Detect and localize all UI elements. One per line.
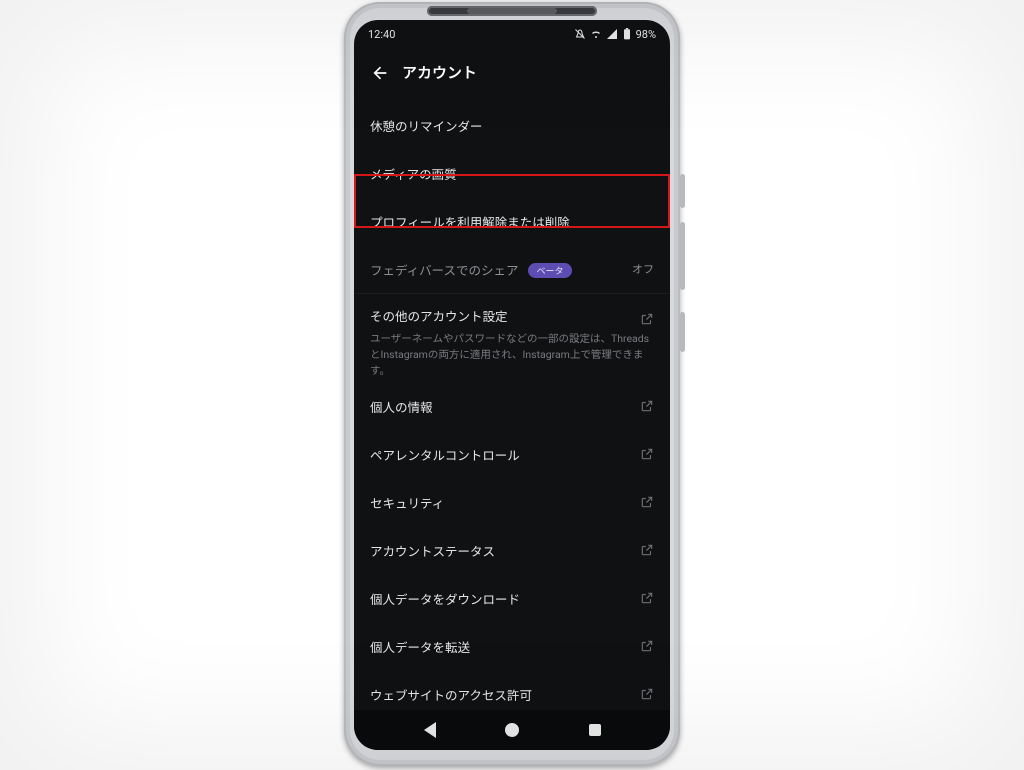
external-link-icon	[640, 399, 654, 413]
section-title: その他のアカウント設定	[370, 306, 508, 325]
status-bar: 12:40 98%	[354, 20, 670, 48]
section-desc: ユーザーネームやパスワードなどの一部の設定は、ThreadsとInstagram…	[370, 331, 654, 378]
phone-frame: 12:40 98% アカウント 休憩のリマインダー メディアの画質 プロフィール…	[344, 2, 680, 766]
settings-list: 休憩のリマインダー メディアの画質 プロフィールを利用解除または削除 フェディバ…	[354, 101, 670, 718]
page-title: アカウント	[402, 62, 477, 83]
phone-side-button	[680, 174, 685, 208]
external-link-icon	[640, 687, 654, 701]
phone-side-button	[680, 222, 685, 290]
item-label: アカウントステータス	[370, 541, 495, 560]
status-time: 12:40	[368, 28, 395, 41]
item-label: 休憩のリマインダー	[370, 116, 483, 135]
item-fediverse-share[interactable]: フェディバースでのシェア ベータ オフ	[354, 245, 670, 293]
beta-badge: ベータ	[528, 263, 571, 278]
item-media-quality[interactable]: メディアの画質	[354, 149, 670, 197]
status-battery: 98%	[636, 28, 656, 41]
signal-icon	[606, 28, 618, 40]
item-deactivate-delete[interactable]: プロフィールを利用解除または削除	[354, 197, 670, 245]
item-label: フェディバースでのシェア	[370, 264, 519, 279]
item-label: プロフィールを利用解除または削除	[370, 212, 570, 231]
item-label: セキュリティ	[370, 493, 444, 512]
muted-icon	[574, 28, 586, 40]
item-security[interactable]: セキュリティ	[354, 478, 670, 526]
item-label: 個人データをダウンロード	[370, 589, 520, 608]
phone-side-button	[680, 312, 685, 352]
item-download-data[interactable]: 個人データをダウンロード	[354, 574, 670, 622]
android-nav-bar	[354, 710, 670, 750]
item-left: フェディバースでのシェア ベータ	[370, 260, 572, 279]
back-icon[interactable]	[368, 63, 388, 83]
item-transfer-data[interactable]: 個人データを転送	[354, 622, 670, 670]
android-back-button[interactable]	[424, 722, 436, 738]
item-break-reminder[interactable]: 休憩のリマインダー	[354, 101, 670, 149]
page-header: アカウント	[354, 48, 670, 101]
android-recents-button[interactable]	[589, 724, 601, 736]
item-label: 個人の情報	[370, 397, 433, 416]
other-account-settings-section: その他のアカウント設定 ユーザーネームやパスワードなどの一部の設定は、Threa…	[354, 294, 670, 382]
item-value: オフ	[632, 261, 654, 277]
external-link-icon	[640, 495, 654, 509]
battery-icon	[622, 28, 632, 40]
android-home-button[interactable]	[505, 723, 519, 737]
external-link-icon	[640, 591, 654, 605]
external-link-icon	[640, 447, 654, 461]
item-label: ウェブサイトのアクセス許可	[370, 685, 532, 704]
wifi-icon	[590, 28, 602, 40]
item-label: ペアレンタルコントロール	[370, 445, 520, 464]
external-link-icon	[640, 312, 654, 326]
item-personal-info[interactable]: 個人の情報	[354, 382, 670, 430]
item-label: 個人データを転送	[370, 637, 470, 656]
item-account-status[interactable]: アカウントステータス	[354, 526, 670, 574]
external-link-icon	[640, 639, 654, 653]
external-link-icon	[640, 543, 654, 557]
item-label: メディアの画質	[370, 164, 457, 183]
phone-screen: 12:40 98% アカウント 休憩のリマインダー メディアの画質 プロフィール…	[354, 20, 670, 750]
item-parental-controls[interactable]: ペアレンタルコントロール	[354, 430, 670, 478]
